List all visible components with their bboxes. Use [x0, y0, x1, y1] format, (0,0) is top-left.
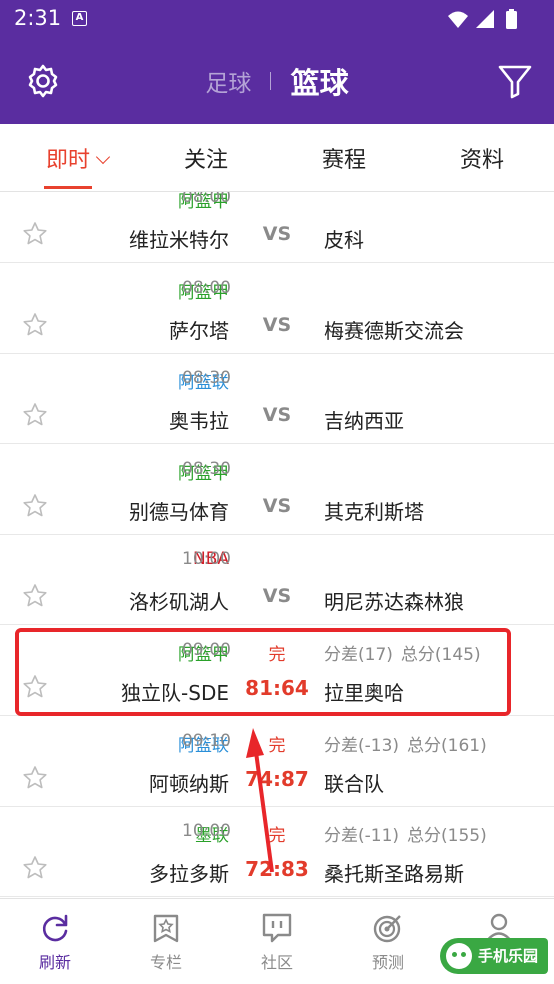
kickoff-time: 08:30 — [182, 458, 231, 479]
match-stats: 分差(17) 总分(145) — [324, 640, 481, 665]
match-status: 完 — [268, 826, 286, 847]
nav-refresh-label: 刷新 — [38, 953, 71, 972]
nav-column[interactable]: 专栏 — [111, 911, 221, 973]
total-points: 总分(161) — [407, 735, 487, 756]
vs-label: VS — [262, 404, 292, 427]
favorite-star-icon[interactable] — [22, 583, 48, 609]
refresh-icon — [42, 914, 68, 942]
point-difference: 分差(17) — [324, 645, 393, 665]
tab-live[interactable]: 即时 — [46, 142, 111, 174]
favorite-star-icon[interactable] — [22, 402, 48, 428]
tab-schedule[interactable]: 赛程 — [322, 142, 366, 174]
home-team: 别德马体育 — [129, 499, 229, 524]
home-team: 独立队-SDE — [121, 681, 229, 705]
favorite-star-icon[interactable] — [22, 855, 48, 881]
watermark-logo: 手机乐园 — [440, 938, 548, 974]
system-icons — [444, 8, 544, 36]
home-team: 维拉米特尔 — [129, 228, 229, 252]
away-team: 桑托斯圣路易斯 — [324, 862, 464, 887]
kickoff-time: 08:00 — [182, 277, 231, 298]
nav-refresh[interactable]: 刷新 — [0, 911, 110, 973]
kickoff-time: 09:10 — [182, 730, 231, 751]
favorite-star-icon[interactable] — [22, 674, 48, 700]
away-team: 皮科 — [324, 228, 364, 252]
away-team: 联合队 — [324, 771, 384, 796]
app-bar: 足球 篮球 — [0, 38, 554, 124]
total-points: 总分(145) — [400, 645, 481, 665]
kickoff-time: 10:00 — [182, 549, 231, 570]
home-team: 萨尔塔 — [169, 318, 229, 343]
prediction-icon — [373, 915, 401, 943]
chevron-down-icon — [95, 149, 111, 165]
match-row[interactable]: 阿篮甲 08:30 别德马体育 VS 其克利斯塔 — [0, 445, 554, 535]
home-team: 洛杉矶湖人 — [129, 590, 229, 615]
wifi-icon — [448, 11, 468, 28]
tab-data[interactable]: 资料 — [460, 142, 504, 174]
community-icon — [262, 913, 292, 943]
sub-tabs: 即时 关注 赛程 资料 — [0, 124, 554, 192]
sim-icon: A — [72, 11, 87, 26]
favorite-star-icon[interactable] — [22, 312, 48, 338]
tab-basketball[interactable]: 篮球 — [291, 66, 349, 100]
away-team: 其克利斯塔 — [324, 499, 424, 524]
match-stats: 分差(-11) 总分(155) — [324, 821, 487, 846]
match-score: 74:87 — [245, 766, 309, 791]
match-row[interactable]: 阿篮甲 08:00 萨尔塔 VS 梅赛德斯交流会 — [0, 264, 554, 354]
nav-column-label: 专栏 — [149, 953, 182, 972]
kickoff-time: 08:00 — [182, 192, 231, 207]
total-points: 总分(155) — [407, 826, 487, 847]
tab-live-label: 即时 — [46, 148, 91, 173]
match-status: 完 — [268, 645, 286, 665]
status-time: 2:31 — [14, 6, 62, 30]
match-row[interactable]: 阿篮甲 08:00 维拉米特尔 VS 皮科 — [0, 192, 554, 263]
kickoff-time: 08:30 — [182, 368, 231, 389]
vs-label: VS — [262, 313, 292, 336]
filter-funnel-icon[interactable] — [496, 62, 534, 100]
point-difference: 分差(-13) — [324, 735, 400, 756]
match-status: 完 — [268, 735, 286, 756]
vs-label: VS — [262, 585, 292, 608]
match-row[interactable]: 阿篮联 08:30 奥韦拉 VS 吉纳西亚 — [0, 354, 554, 445]
home-team: 奥韦拉 — [169, 409, 229, 434]
nav-prediction[interactable]: 预测 — [333, 911, 443, 973]
vs-label: VS — [262, 494, 292, 517]
column-icon — [153, 914, 179, 943]
sport-tabs: 足球 篮球 — [0, 60, 554, 102]
tab-football[interactable]: 足球 — [205, 71, 251, 97]
match-row[interactable]: 阿篮甲 09:00 完独立队-SDE 81:64 拉里奥哈 分差(17) 总分(145) — [0, 626, 554, 716]
nav-prediction-label: 预测 — [371, 953, 404, 972]
watermark-face-icon — [446, 943, 472, 969]
nav-community[interactable]: 社区 — [222, 911, 332, 973]
away-team: 吉纳西亚 — [324, 409, 404, 434]
home-team: 多拉多斯 — [149, 862, 229, 887]
match-stats: 分差(-13) 总分(161) — [324, 731, 487, 756]
favorite-star-icon[interactable] — [22, 493, 48, 519]
watermark-text: 手机乐园 — [478, 947, 539, 965]
away-team: 明尼苏达森林狼 — [324, 590, 464, 615]
active-tab-indicator — [44, 186, 92, 189]
home-team: 阿顿纳斯 — [149, 771, 229, 796]
nav-community-label: 社区 — [260, 953, 293, 972]
favorite-star-icon[interactable] — [22, 221, 48, 247]
kickoff-time: 10:00 — [182, 821, 231, 842]
match-score: 81:64 — [245, 676, 309, 700]
tab-divider — [270, 72, 272, 90]
match-row[interactable]: NBA 10:00 洛杉矶湖人 VS 明尼苏达森林狼 — [0, 535, 554, 626]
tab-follow[interactable]: 关注 — [184, 142, 228, 174]
match-row[interactable]: 阿篮联 09:10 完阿顿纳斯 74:87 联合队 分差(-13) 总分(161) — [0, 717, 554, 807]
away-team: 拉里奥哈 — [324, 681, 404, 705]
status-bar: 2:31 A — [0, 0, 554, 38]
kickoff-time: 09:00 — [182, 640, 231, 660]
match-list[interactable]: 阿篮甲 08:00 维拉米特尔 VS 皮科 阿篮甲 08:00 萨尔塔 VS 梅赛德斯交流会 阿篮联… — [0, 192, 554, 898]
match-row[interactable]: 墨联 10:00 完多拉多斯 72:83 桑托斯圣路易斯 分差(-11) 总分(155) — [0, 807, 554, 898]
favorite-star-icon[interactable] — [22, 765, 48, 791]
away-team: 梅赛德斯交流会 — [324, 318, 464, 343]
point-difference: 分差(-11) — [324, 826, 400, 847]
battery-icon — [506, 9, 517, 29]
vs-label: VS — [262, 223, 292, 245]
signal-icon — [476, 10, 494, 28]
match-score: 72:83 — [245, 857, 309, 882]
